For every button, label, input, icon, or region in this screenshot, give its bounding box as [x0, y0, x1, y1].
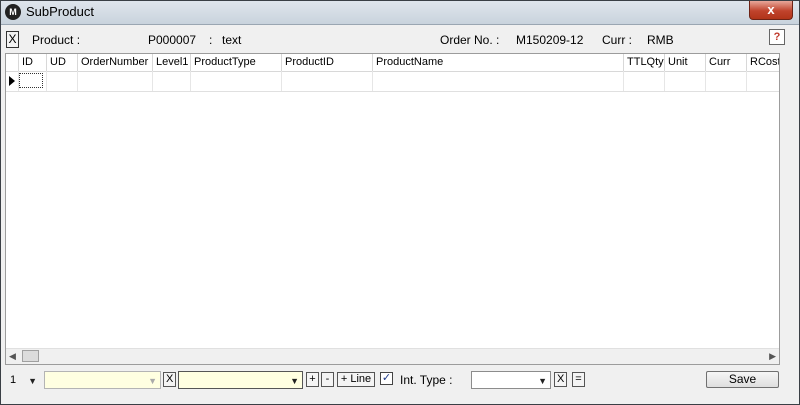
- order-no-value: M150209-12: [516, 33, 584, 47]
- subproduct-grid[interactable]: ID UD OrderNumber Level1 ProductType Pro…: [5, 53, 780, 365]
- table-cell[interactable]: [153, 71, 191, 91]
- header-row: X Product : P000007 : text Order No. : M…: [1, 25, 799, 53]
- close-window-button[interactable]: x: [749, 1, 793, 20]
- save-button[interactable]: Save: [706, 371, 779, 388]
- curr-label: Curr :: [602, 33, 632, 47]
- clear-int-type-button[interactable]: X: [554, 372, 567, 387]
- chevron-down-icon: ▼: [148, 376, 157, 386]
- order-no-label: Order No. :: [440, 33, 500, 47]
- scroll-thumb[interactable]: [22, 350, 39, 362]
- scroll-right-arrow-icon[interactable]: ▶: [769, 351, 776, 362]
- table-cell[interactable]: [747, 71, 779, 91]
- chevron-down-icon: ▼: [28, 376, 37, 386]
- product-separator: :: [209, 33, 213, 47]
- table-cell[interactable]: [282, 71, 373, 91]
- table-cell: [6, 71, 19, 91]
- window-title: SubProduct: [26, 4, 94, 19]
- column-header-id[interactable]: ID: [19, 54, 47, 71]
- table-cell[interactable]: [624, 71, 665, 91]
- page-select-value: 1: [10, 374, 17, 386]
- int-type-label: Int. Type :: [400, 373, 453, 387]
- equals-button[interactable]: =: [572, 372, 585, 387]
- table-cell[interactable]: [665, 71, 706, 91]
- column-header-rcost[interactable]: RCost: [747, 54, 779, 71]
- column-header-curr[interactable]: Curr: [706, 54, 747, 71]
- product-code: P000007: [148, 33, 197, 47]
- curr-value: RMB: [647, 33, 674, 47]
- page-select[interactable]: 1 ▼: [6, 371, 41, 389]
- column-header-ttlqty[interactable]: TTLQty: [624, 54, 665, 71]
- column-header-productid[interactable]: ProductID: [282, 54, 373, 71]
- line-checkbox[interactable]: ✓: [380, 372, 393, 385]
- app-logo-icon: M: [5, 4, 21, 20]
- product-label: Product :: [32, 33, 81, 47]
- column-header-producttype[interactable]: ProductType: [191, 54, 282, 71]
- table-cell[interactable]: [706, 71, 747, 91]
- title-bar: M SubProduct x: [1, 1, 799, 25]
- table-row[interactable]: [6, 71, 779, 92]
- column-header-ordernumber[interactable]: OrderNumber: [78, 54, 153, 71]
- column-header-unit[interactable]: Unit: [665, 54, 706, 71]
- grid-header: ID UD OrderNumber Level1 ProductType Pro…: [6, 54, 779, 72]
- table-cell[interactable]: [78, 71, 153, 91]
- clear-filter-button[interactable]: X: [163, 372, 176, 387]
- filter-combo-1[interactable]: ▼: [44, 371, 161, 389]
- table-cell[interactable]: [373, 71, 624, 91]
- horizontal-scrollbar[interactable]: ◀ ▶: [6, 348, 779, 364]
- table-cell[interactable]: [191, 71, 282, 91]
- chevron-down-icon: ▼: [290, 376, 299, 386]
- row-header-corner: [6, 54, 19, 71]
- table-cell[interactable]: [19, 71, 47, 91]
- column-header-productname[interactable]: ProductName: [373, 54, 624, 71]
- subproduct-window: M SubProduct x X Product : P000007 : tex…: [0, 0, 800, 405]
- filter-combo-2[interactable]: ▼: [178, 371, 303, 389]
- scroll-left-arrow-icon[interactable]: ◀: [9, 351, 16, 362]
- plus-button[interactable]: +: [306, 372, 319, 387]
- add-line-button[interactable]: + Line: [337, 372, 375, 387]
- header-x-button[interactable]: X: [6, 31, 19, 48]
- bottom-toolbar: 1 ▼ ▼ X ▼ + - + Line ✓ Int. Type : ▼ X =…: [1, 366, 799, 404]
- int-type-select[interactable]: ▼: [471, 371, 551, 389]
- minus-button[interactable]: -: [321, 372, 334, 387]
- table-cell[interactable]: [47, 71, 78, 91]
- chevron-down-icon: ▼: [538, 376, 547, 386]
- column-header-level1[interactable]: Level1: [153, 54, 191, 71]
- product-text: text: [222, 33, 242, 47]
- column-header-ud[interactable]: UD: [47, 54, 78, 71]
- help-icon[interactable]: ?: [769, 29, 785, 45]
